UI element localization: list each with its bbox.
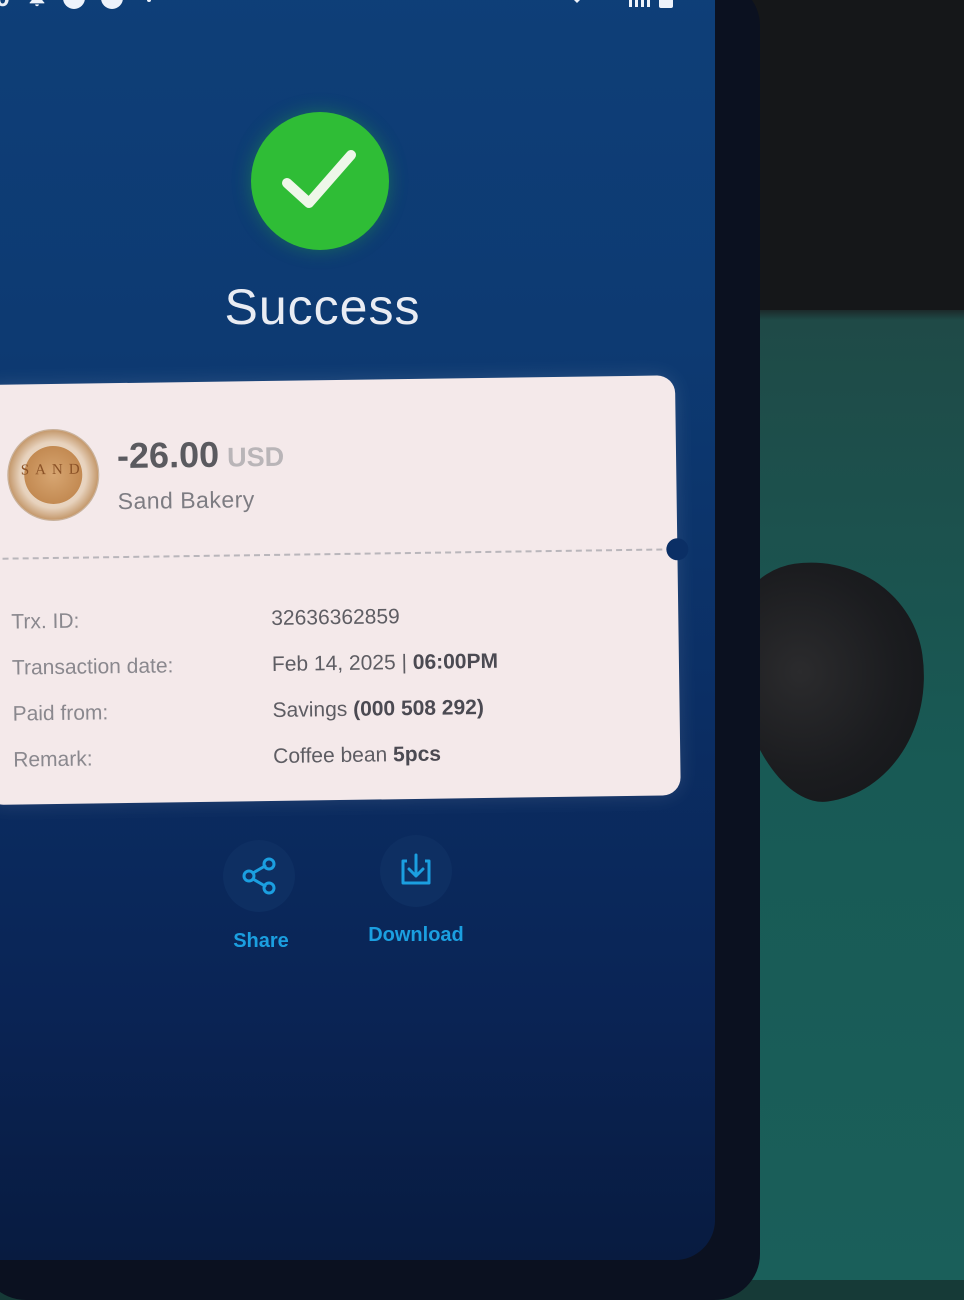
time-part: 06:00PM [412,649,499,674]
download-icon [401,853,431,885]
account-number: (000 508 292) [352,695,485,721]
currency: USD [226,441,285,473]
network-type: HD [600,0,619,1]
detail-row-remark: Remark: Coffee bean 5pcs [13,740,653,779]
logo-text: SAND [20,461,86,479]
merchant-name: Sand Bakery [117,486,256,515]
detail-label: Trx. ID: [11,609,80,634]
share-label[interactable]: Share [214,930,308,953]
share-button[interactable] [223,840,295,912]
messenger-icon [100,0,124,15]
right-notch [666,538,689,561]
transaction-amount: -26.00 USD [117,433,285,477]
merchant-logo: SAND [6,428,100,522]
battery-icon [658,0,674,15]
status-time: 00 [0,0,11,13]
page-title: Success [224,279,421,335]
detail-label: Remark: [13,747,93,772]
detail-value: Coffee bean 5pcs [273,743,441,769]
detail-label: Paid from: [12,701,109,726]
success-icon [251,112,389,250]
receipt-divider [0,548,673,560]
receipt-card: SAND -26.00 USD Sand Bakery Trx. ID: 3263… [0,375,689,805]
bell-icon [26,0,48,13]
phone-frame: 00 [0,0,760,1300]
download-button[interactable] [380,835,452,907]
remark-qty: 5pcs [392,742,442,767]
detail-row-transaction-date: Transaction date: Feb 14, 2025 | 06:00PM [12,648,652,687]
account-name: Savings [272,697,354,722]
detail-label: Transaction date: [11,654,174,680]
detail-row-paid-from: Paid from: Savings (000 508 292) [12,694,652,733]
wifi-icon [562,0,592,11]
detail-value: Feb 14, 2025 | 06:00PM [272,650,498,677]
amount-value: -26.00 [116,433,220,477]
dot-icon [146,0,152,8]
check-icon [282,150,356,208]
remark-text: Coffee bean [273,743,394,768]
messenger-icon [62,0,86,15]
detail-row-trx-id: Trx. ID: 32636362859 [11,602,651,641]
date-part: Feb 14, 2025 | [271,650,413,676]
download-label[interactable]: Download [354,924,478,947]
share-icon [242,857,276,895]
signal-icon [628,0,652,13]
status-bar: 00 [0,0,715,16]
detail-value: 32636362859 [271,605,400,630]
screen: 00 [0,0,715,1260]
detail-value: Savings (000 508 292) [272,696,484,723]
